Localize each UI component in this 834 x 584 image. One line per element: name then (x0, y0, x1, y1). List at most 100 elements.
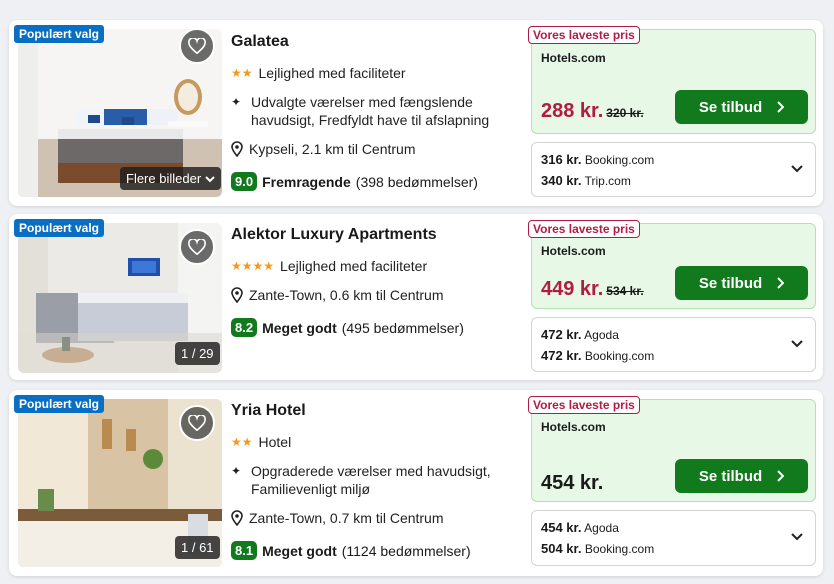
best-offer-box[interactable]: Hotels.com 454 kr. Se tilbud (531, 399, 816, 502)
see-deal-button[interactable]: Se tilbud (675, 90, 808, 124)
old-price: 320 kr. (606, 106, 644, 120)
offer-price-row: 449 kr. 534 kr. (541, 278, 644, 301)
offer-provider: Hotels.com (541, 420, 606, 434)
hotel-type-row: ★★★★ Lejlighed med faciliteter (231, 257, 427, 275)
offer-price-row: 288 kr. 320 kr. (541, 100, 644, 123)
amenity-row: ✦ Udvalgte værelser med fængslende havud… (231, 93, 516, 129)
rating-word: Fremragende (262, 173, 351, 190)
hotel-name[interactable]: Alektor Luxury Apartments (231, 226, 437, 244)
favorite-heart-icon[interactable] (179, 28, 215, 64)
location-pin-icon (231, 141, 243, 157)
offer-price-row: 454 kr. (541, 472, 603, 495)
sparkle-icon: ✦ (231, 464, 242, 478)
hotel-type: Hotel (258, 434, 292, 450)
amenity-row: ✦ Opgraderede værelser med havudsigt, Fa… (231, 462, 516, 498)
other-provider: Agoda (584, 521, 619, 535)
other-offer: 472 kr. Booking.com (541, 348, 654, 363)
lowest-price-badge: Vores laveste pris (528, 396, 640, 414)
chevron-right-icon (777, 277, 785, 289)
other-price: 454 kr. (541, 520, 582, 535)
other-price: 316 kr. (541, 152, 582, 167)
other-provider: Booking.com (584, 542, 655, 556)
other-offer: 472 kr. Agoda (541, 327, 619, 342)
rating-row: 9.0 Fremragende (398 bedømmelser) (231, 172, 478, 191)
location-row: Kypseli, 2.1 km til Centrum (231, 140, 416, 158)
location-text: Kypseli, 2.1 km til Centrum (249, 141, 416, 157)
other-provider: Booking.com (584, 349, 655, 363)
other-offer: 340 kr. Trip.com (541, 173, 631, 188)
other-price: 504 kr. (541, 541, 582, 556)
amenity-text: Opgraderede værelser med havudsigt, Fami… (251, 463, 491, 497)
chevron-down-icon[interactable] (791, 165, 803, 173)
offer-price: 288 kr. (541, 100, 604, 122)
hotel-type-row: ★★ Hotel (231, 433, 291, 451)
favorite-heart-icon[interactable] (179, 405, 215, 441)
other-price: 340 kr. (541, 173, 582, 188)
hotel-card[interactable]: Populært valg 1 / 29 Alektor Luxury Apar… (9, 214, 823, 380)
chevron-down-icon (205, 175, 215, 182)
more-images-button[interactable]: Flere billeder (120, 167, 222, 190)
hotel-name[interactable]: Yria Hotel (231, 402, 306, 420)
hotel-card[interactable]: Populært valg 1 / 61 Yria Hotel ★★ Hotel… (9, 390, 823, 576)
hotel-type-row: ★★ Lejlighed med faciliteter (231, 64, 406, 82)
score-badge: 9.0 (231, 172, 258, 191)
amenity-text: Udvalgte værelser med fængslende havudsi… (251, 94, 490, 128)
star-rating: ★★★★ (231, 259, 275, 273)
popular-badge: Populært valg (14, 395, 105, 413)
score-badge: 8.2 (231, 318, 258, 337)
score-badge: 8.1 (231, 541, 258, 560)
hotel-card[interactable]: Populært valg Flere billeder Galatea ★★ … (9, 20, 823, 206)
favorite-heart-icon[interactable] (179, 229, 215, 265)
review-count: (495 bedømmelser) (341, 319, 464, 336)
other-price: 472 kr. (541, 327, 582, 342)
location-text: Zante-Town, 0.7 km til Centrum (249, 510, 444, 526)
rating-word: Meget godt (262, 319, 337, 336)
old-price: 534 kr. (606, 284, 644, 298)
offer-price: 454 kr. (541, 472, 604, 494)
offer-provider: Hotels.com (541, 51, 606, 65)
rating-word: Meget godt (262, 542, 337, 559)
see-deal-label: Se tilbud (698, 98, 763, 116)
best-offer-box[interactable]: Hotels.com 288 kr. 320 kr. Se tilbud (531, 29, 816, 134)
other-offer: 316 kr. Booking.com (541, 152, 654, 167)
see-deal-label: Se tilbud (698, 274, 763, 292)
see-deal-label: Se tilbud (698, 467, 763, 485)
other-offer: 504 kr. Booking.com (541, 541, 654, 556)
hotel-type: Lejlighed med faciliteter (258, 65, 406, 81)
other-offer: 454 kr. Agoda (541, 520, 619, 535)
popular-badge: Populært valg (14, 25, 105, 43)
review-count: (1124 bedømmelser) (341, 542, 471, 559)
popular-badge: Populært valg (14, 219, 105, 237)
more-images-label: Flere billeder (126, 171, 202, 186)
offer-provider: Hotels.com (541, 244, 606, 258)
other-provider: Booking.com (584, 153, 655, 167)
star-rating: ★★ (231, 435, 253, 449)
other-price: 472 kr. (541, 348, 582, 363)
rating-row: 8.1 Meget godt (1124 bedømmelser) (231, 541, 471, 560)
other-provider: Trip.com (584, 174, 631, 188)
hotel-type: Lejlighed med faciliteter (280, 258, 428, 274)
location-text: Zante-Town, 0.6 km til Centrum (249, 287, 444, 303)
location-pin-icon (231, 510, 243, 526)
other-offers-box[interactable]: 472 kr. Agoda 472 kr. Booking.com (531, 317, 816, 372)
chevron-right-icon (777, 470, 785, 482)
lowest-price-badge: Vores laveste pris (528, 26, 640, 44)
other-provider: Agoda (584, 328, 619, 342)
chevron-right-icon (777, 101, 785, 113)
location-row: Zante-Town, 0.7 km til Centrum (231, 509, 444, 527)
other-offers-box[interactable]: 454 kr. Agoda 504 kr. Booking.com (531, 510, 816, 566)
lowest-price-badge: Vores laveste pris (528, 220, 640, 238)
see-deal-button[interactable]: Se tilbud (675, 459, 808, 493)
hotel-name[interactable]: Galatea (231, 33, 289, 51)
see-deal-button[interactable]: Se tilbud (675, 266, 808, 300)
chevron-down-icon[interactable] (791, 533, 803, 541)
image-counter: 1 / 61 (175, 536, 220, 559)
sparkle-icon: ✦ (231, 95, 242, 109)
rating-row: 8.2 Meget godt (495 bedømmelser) (231, 318, 464, 337)
location-row: Zante-Town, 0.6 km til Centrum (231, 286, 444, 304)
review-count: (398 bedømmelser) (355, 173, 478, 190)
image-counter-text: 1 / 61 (181, 540, 214, 555)
image-counter: 1 / 29 (175, 342, 220, 365)
chevron-down-icon[interactable] (791, 340, 803, 348)
other-offers-box[interactable]: 316 kr. Booking.com 340 kr. Trip.com (531, 142, 816, 197)
